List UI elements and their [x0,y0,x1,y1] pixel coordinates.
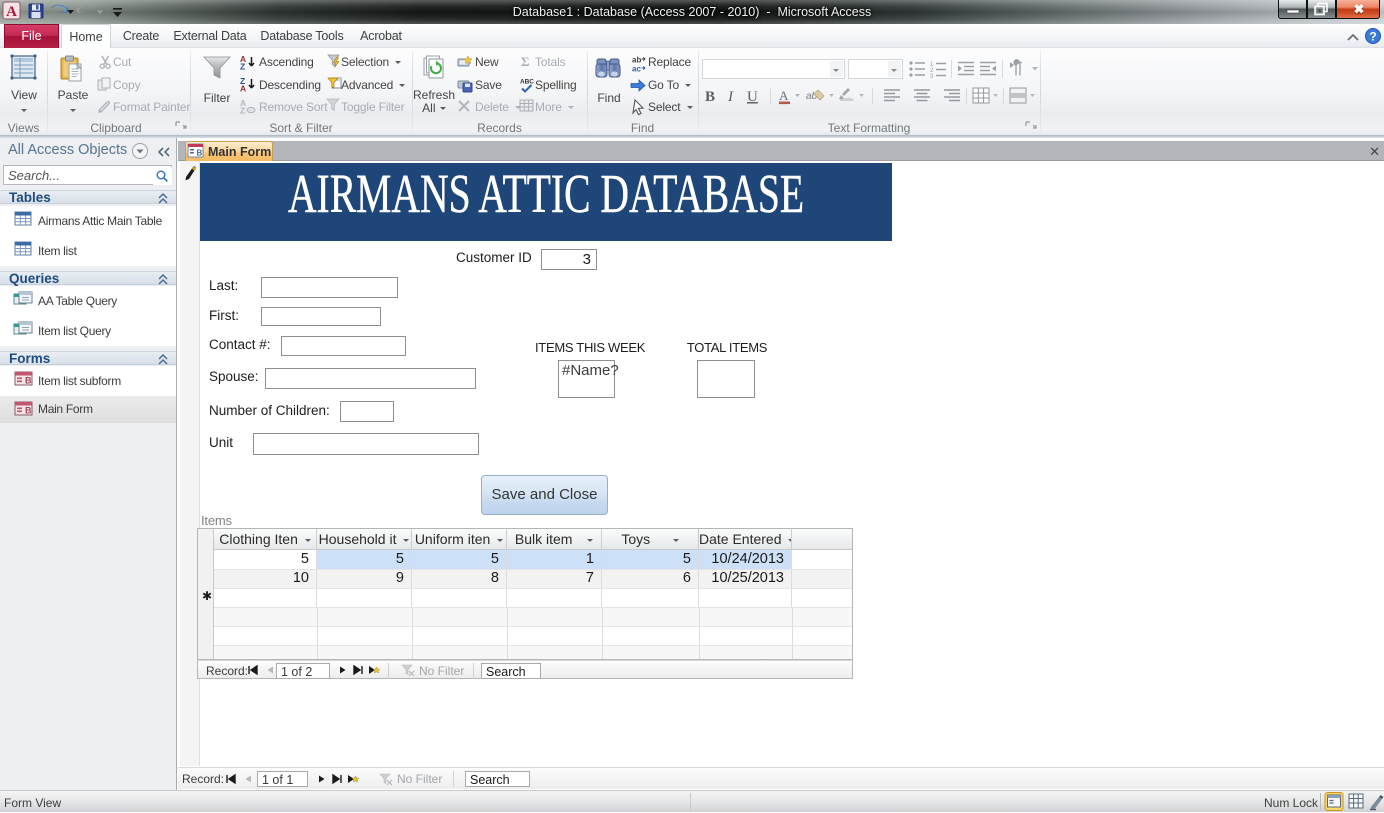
svg-text:ab: ab [632,56,641,65]
svg-text:✖: ✖ [1354,2,1365,17]
svg-text:Z: Z [240,62,245,72]
svg-text:Z: Z [240,106,245,116]
svg-text:B: B [25,406,32,416]
svg-text:B: B [25,376,32,386]
svg-text:C: C [529,79,534,86]
svg-text:A: A [6,4,17,20]
svg-text:ac: ac [632,65,641,74]
svg-text:A: A [240,84,246,94]
svg-text:Σ: Σ [521,54,530,69]
svg-text:3: 3 [930,74,934,80]
svg-text:B: B [705,89,715,105]
svg-text:I: I [727,89,734,105]
svg-text:?: ? [1369,30,1376,44]
svg-text:U: U [747,89,758,105]
svg-text:B: B [197,149,203,158]
svg-text:A: A [779,88,789,103]
